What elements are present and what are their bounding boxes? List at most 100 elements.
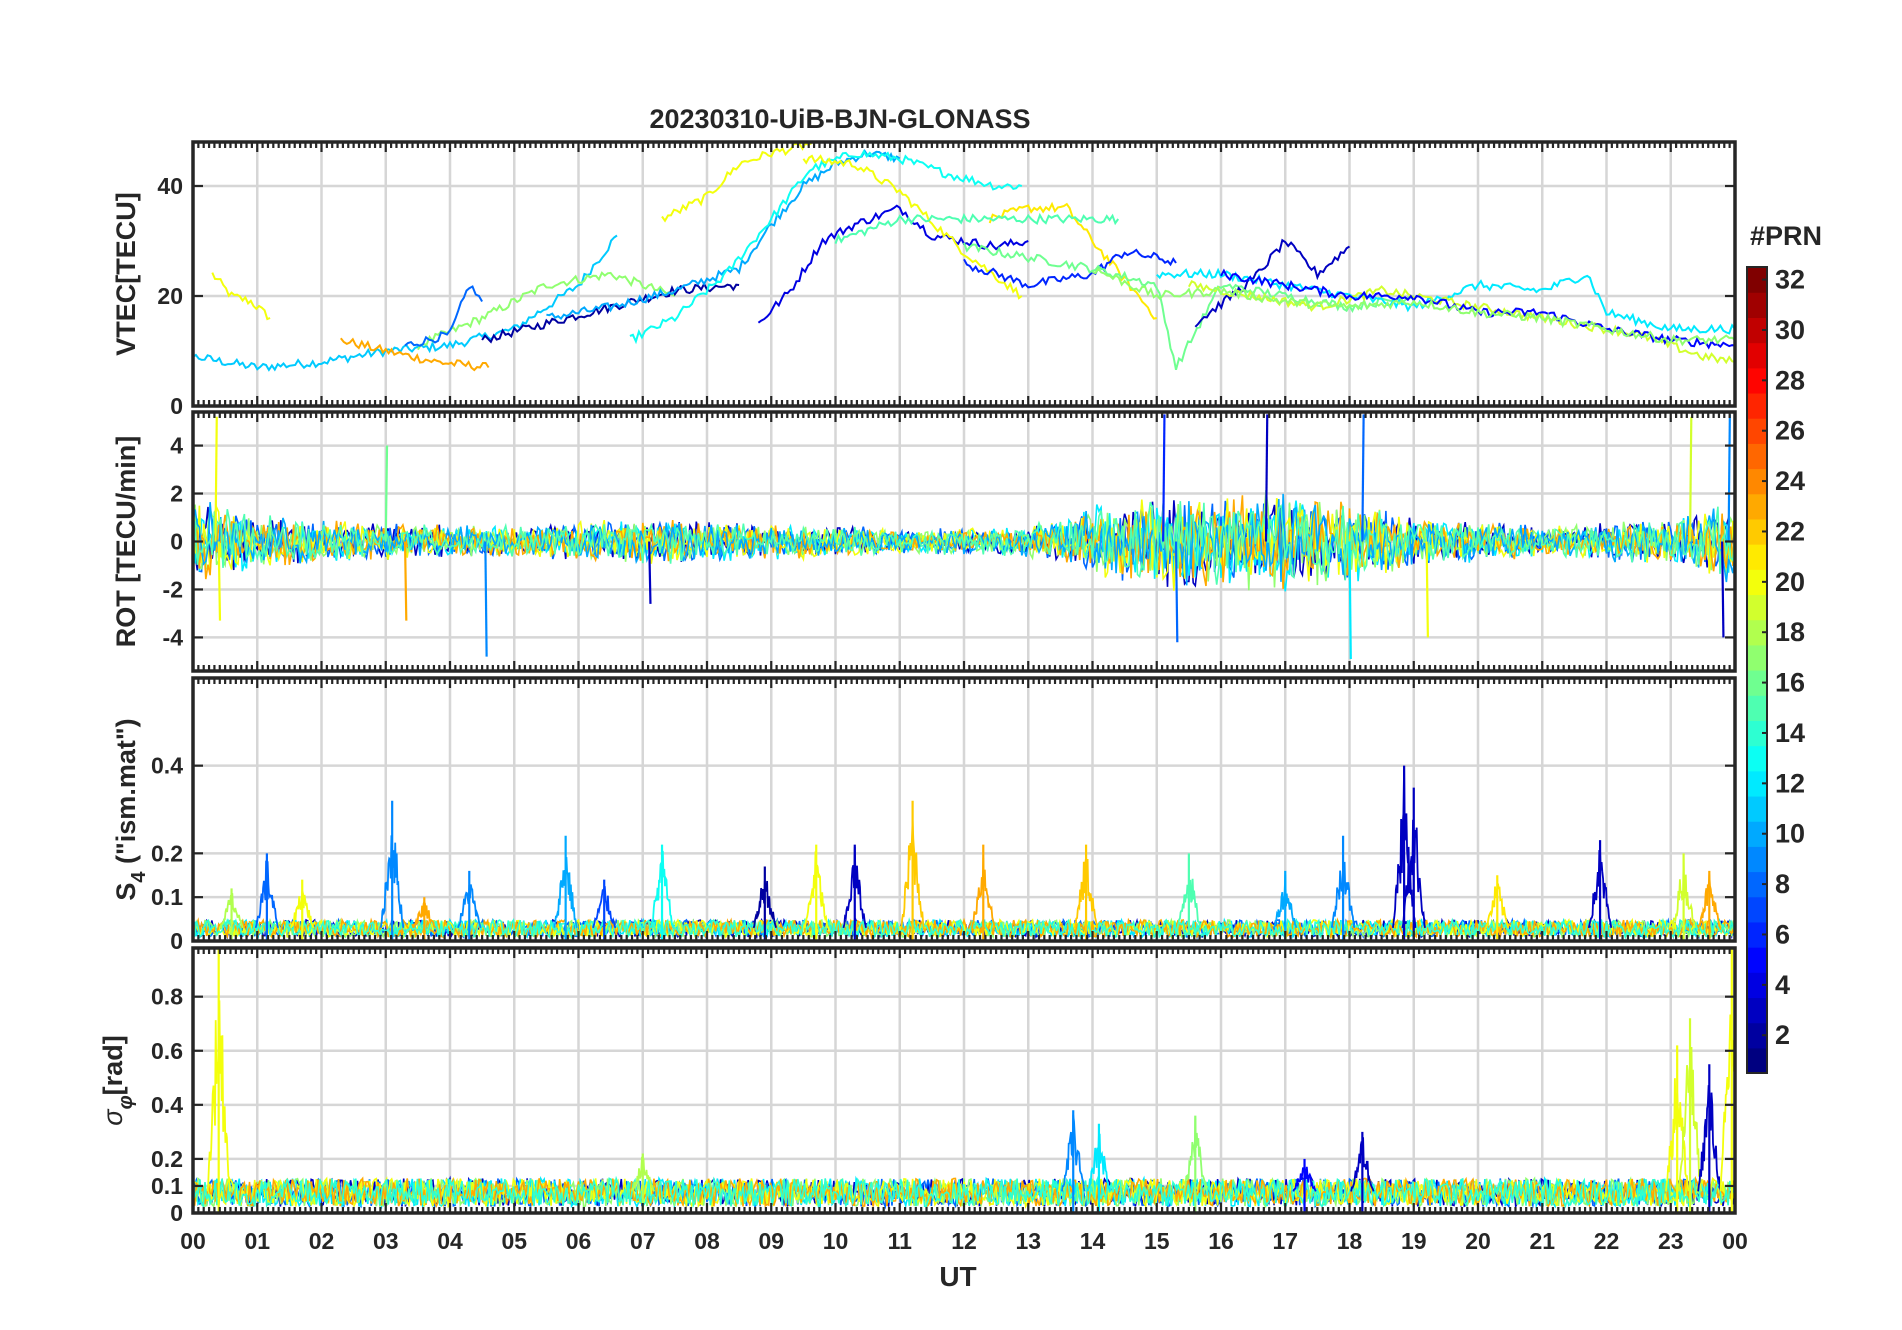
colorbar-tick-label: 28 [1775, 365, 1805, 395]
rot-spike-3 [384, 445, 389, 542]
x-tick-label: 20 [1465, 1228, 1491, 1254]
rot-spike-8 [1174, 541, 1179, 643]
y-tick-label: 0 [170, 928, 183, 954]
colorbar-bin [1747, 695, 1767, 721]
y-tick-label: 4 [170, 433, 183, 459]
colorbar-bin [1747, 947, 1767, 973]
y-tick-label: 0.4 [151, 753, 183, 779]
x-tick-label: 05 [501, 1228, 527, 1254]
colorbar-tick-label: 12 [1775, 768, 1805, 798]
rot-spike-12 [1425, 541, 1429, 638]
rot-spike-15 [1727, 414, 1731, 542]
colorbar-bin [1747, 644, 1767, 671]
y-tick-label: 2 [170, 481, 183, 507]
y-tick-label: 0.2 [151, 1146, 183, 1172]
rot-spike-11 [1361, 414, 1365, 542]
colorbar-tick-label: 16 [1775, 668, 1805, 698]
y-tick-label: 20 [157, 283, 183, 309]
colorbar-tick-label: 24 [1775, 466, 1805, 496]
x-tick-label: 07 [630, 1228, 656, 1254]
y-tick-label: 40 [157, 173, 183, 199]
colorbar-tick-label: 32 [1775, 265, 1805, 295]
colorbar-tick-label: 4 [1775, 970, 1790, 1000]
colorbar-tick-label: 26 [1775, 416, 1805, 446]
x-tick-label: 04 [437, 1228, 463, 1254]
panel-4: 00.10.2 0.4 0.6 0.8 σφ[rad] 00 01 02 03 04 05 06 07 0… [98, 946, 1748, 1254]
panel-3: 0 0.1 0.2 0.4S4 ("ism.mat") [111, 676, 1737, 954]
colorbar-bin [1747, 493, 1767, 520]
x-tick-label: 18 [1337, 1228, 1363, 1254]
x-tick-label: 06 [566, 1228, 592, 1254]
colorbar-tick-label: 2 [1775, 1020, 1790, 1050]
y-axis-label: σφ[rad] [98, 1035, 137, 1125]
vtec-series-18 [1188, 279, 1735, 365]
colorbar-bin [1747, 594, 1767, 621]
x-tick-label: 12 [951, 1228, 977, 1254]
rot-spike-14 [1721, 541, 1725, 638]
rot-spike-2 [217, 541, 222, 621]
colorbar-tick-label: 14 [1775, 718, 1805, 748]
y-tick-label: -2 [163, 576, 183, 602]
x-tick-label: 01 [244, 1228, 270, 1254]
x-tick-label: 00 [1722, 1228, 1748, 1254]
x-tick-label: 08 [694, 1228, 720, 1254]
y-tick-label: -4 [163, 624, 184, 650]
colorbar-tick-label: 20 [1775, 567, 1805, 597]
x-tick-label: 23 [1658, 1228, 1684, 1254]
colorbar-bin [1747, 544, 1767, 570]
x-tick-label: 10 [823, 1228, 849, 1254]
colorbar-bin [1747, 896, 1767, 923]
plot-area [193, 948, 1735, 1213]
x-tick-label: 17 [1272, 1228, 1298, 1254]
colorbar-bin [1747, 1047, 1767, 1074]
colorbar-bin [1747, 342, 1767, 369]
x-tick-label: 11 [888, 1228, 913, 1254]
y-tick-label: 0 [170, 393, 183, 419]
colorbar-bin [1747, 745, 1767, 772]
vtec-series-7 [546, 149, 901, 321]
rot-spike-1 [214, 416, 218, 542]
colorbar-bin [1747, 443, 1767, 470]
colorbar-tick-label: 30 [1775, 315, 1805, 345]
rot-spike-6 [648, 541, 652, 604]
y-tick-label: 0 [170, 1200, 183, 1226]
y-tick-label: 0.4 [151, 1092, 183, 1118]
vtec-series-8 [661, 142, 817, 223]
figure: 20230310-UiB-BJN-GLONASS 02040VTEC[TECU]… [98, 104, 1822, 1292]
colorbar-title: #PRN [1750, 221, 1822, 251]
rot-spike-9 [1264, 414, 1269, 542]
y-axis-label: S4 ("ism.mat") [111, 718, 150, 900]
x-tick-label: 15 [1144, 1228, 1170, 1254]
x-tick-label: 21 [1529, 1228, 1555, 1254]
x-axis-label: UT [939, 1261, 976, 1292]
rot-spike-5 [484, 541, 488, 657]
y-axis-label: VTEC[TECU] [111, 192, 141, 356]
colorbar-tick-label: 18 [1775, 617, 1805, 647]
panel-2: -4 -2 0 2 4 ROT [TECU/min] [111, 410, 1737, 673]
x-tick-label: 16 [1208, 1228, 1234, 1254]
colorbar-bin [1747, 292, 1767, 318]
panels: 02040VTEC[TECU]-4-2024ROT [TECU/min]00.1… [98, 140, 1748, 1254]
y-axis-label: ROT [TECU/min] [111, 436, 141, 647]
panel-1: 0 20 40 VTEC[TECU] [111, 140, 1737, 419]
colorbar: 2468101214161820222426283032 [1746, 265, 1805, 1074]
vtec-series-14 [963, 248, 1177, 289]
x-tick-label: 03 [373, 1228, 399, 1254]
x-tick-label: 02 [309, 1228, 335, 1254]
y-tick-label: 0.1 [151, 884, 183, 910]
rot-spike-13 [1688, 416, 1693, 542]
y-tick-label: 0 [170, 529, 183, 555]
y-tick-label: 0.2 [151, 840, 183, 866]
x-tick-label: 22 [1594, 1228, 1620, 1254]
colorbar-bin [1747, 392, 1767, 419]
figure-title: 20230310-UiB-BJN-GLONASS [649, 104, 1030, 134]
x-tick-label: 19 [1401, 1228, 1427, 1254]
colorbar-bin [1747, 997, 1767, 1024]
rot-spike-4 [403, 541, 408, 621]
colorbar-bin [1747, 795, 1767, 822]
y-tick-label: 0.6 [151, 1038, 183, 1064]
x-tick-label: 14 [1080, 1228, 1106, 1254]
grid-lines [193, 948, 1735, 1215]
colorbar-tick-label: 10 [1775, 819, 1805, 849]
colorbar-tick-label: 8 [1775, 869, 1790, 899]
